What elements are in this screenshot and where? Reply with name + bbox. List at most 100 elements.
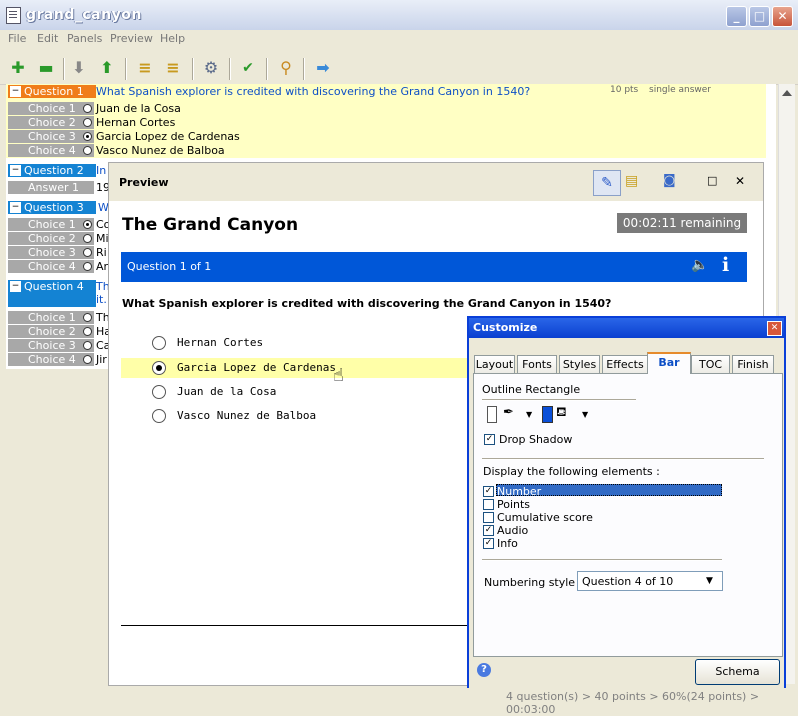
- info-button[interactable]: i: [722, 254, 729, 276]
- option-text[interactable]: Juan de la Cosa: [177, 385, 276, 398]
- choice-text[interactable]: Ar: [96, 260, 108, 273]
- outline-color-swatch[interactable]: [487, 406, 497, 423]
- notes-button[interactable]: ▤: [625, 173, 638, 189]
- question-2-header[interactable]: − Question 2: [8, 164, 96, 177]
- choice-label[interactable]: Choice 2: [8, 116, 94, 129]
- option-text[interactable]: Hernan Cortes: [177, 336, 263, 349]
- remove-choice-button[interactable]: ≡: [163, 58, 183, 78]
- minimize-button[interactable]: _: [726, 6, 747, 27]
- points-checkbox[interactable]: [483, 499, 494, 510]
- choice-text[interactable]: Juan de la Cosa: [96, 102, 181, 115]
- number-label[interactable]: Number: [497, 485, 541, 498]
- question-1-header[interactable]: − Question 1: [8, 85, 96, 98]
- move-down-button[interactable]: ⬇: [69, 58, 89, 78]
- choice-label[interactable]: Choice 4: [8, 144, 94, 157]
- tab-layout[interactable]: Layout: [474, 355, 515, 373]
- cumulative-score-checkbox[interactable]: [483, 512, 494, 523]
- drop-shadow-checkbox[interactable]: ✓: [484, 434, 495, 445]
- choice-label[interactable]: Choice 1: [8, 102, 94, 115]
- dropdown-arrow-icon[interactable]: ▼: [582, 410, 588, 419]
- choice-text[interactable]: Vasco Nunez de Balboa: [96, 144, 225, 157]
- settings-button[interactable]: ⚙: [201, 58, 221, 78]
- option-radio[interactable]: [152, 409, 166, 423]
- option-radio[interactable]: [152, 385, 166, 399]
- audio-checkbox[interactable]: ✓: [483, 525, 494, 536]
- paint-bucket-icon[interactable]: ⛾: [556, 405, 567, 422]
- menu-help[interactable]: Help: [160, 32, 185, 45]
- radio-icon[interactable]: [83, 104, 92, 113]
- answer-label[interactable]: Answer 1: [8, 181, 94, 194]
- choice-text[interactable]: Ri: [96, 246, 107, 259]
- choice-label[interactable]: Choice 2: [8, 232, 94, 245]
- comment-button[interactable]: ◙: [663, 173, 676, 188]
- choice-label[interactable]: Choice 1: [8, 311, 94, 324]
- help-button[interactable]: ?: [477, 663, 491, 677]
- radio-icon[interactable]: [83, 262, 92, 271]
- radio-icon[interactable]: [83, 341, 92, 350]
- add-choice-button[interactable]: ≡: [135, 58, 155, 78]
- choice-text[interactable]: Garcia Lopez de Cardenas: [96, 130, 240, 143]
- maximize-panel-button[interactable]: □: [707, 174, 717, 187]
- radio-icon[interactable]: [83, 234, 92, 243]
- tab-fonts[interactable]: Fonts: [517, 355, 557, 373]
- radio-icon[interactable]: [83, 327, 92, 336]
- collapse-icon[interactable]: −: [10, 86, 21, 97]
- radio-icon[interactable]: [83, 118, 92, 127]
- collapse-icon[interactable]: −: [10, 165, 21, 176]
- choice-label[interactable]: Choice 2: [8, 325, 94, 338]
- tab-bar[interactable]: Bar: [647, 352, 691, 374]
- close-button[interactable]: ✕: [772, 6, 793, 27]
- remove-question-button[interactable]: ▬: [36, 58, 56, 78]
- radio-icon[interactable]: [83, 248, 92, 257]
- pen-icon[interactable]: ✒: [503, 405, 514, 420]
- choice-text[interactable]: Mi: [96, 232, 109, 245]
- schema-button[interactable]: Schema: [695, 659, 780, 685]
- question-4-text-continued[interactable]: it.: [96, 293, 107, 306]
- customize-toggle-button[interactable]: ✎: [593, 170, 621, 196]
- number-checkbox[interactable]: ✓: [483, 486, 494, 497]
- menu-preview[interactable]: Preview: [110, 32, 153, 45]
- question-3-header[interactable]: − Question 3: [8, 201, 96, 214]
- option-text[interactable]: Vasco Nunez de Balboa: [177, 409, 316, 422]
- maximize-button[interactable]: □: [749, 6, 770, 27]
- choice-label[interactable]: Choice 3: [8, 246, 94, 259]
- question-4-header[interactable]: − Question 4: [8, 280, 96, 307]
- collapse-icon[interactable]: −: [10, 281, 21, 292]
- radio-selected-icon[interactable]: [83, 132, 92, 141]
- cumulative-score-label[interactable]: Cumulative score: [497, 511, 593, 524]
- audio-button[interactable]: 🔈: [691, 257, 708, 273]
- audio-label[interactable]: Audio: [497, 524, 528, 537]
- option-radio[interactable]: [152, 336, 166, 350]
- add-question-button[interactable]: ✚: [8, 58, 28, 78]
- tab-finish[interactable]: Finish: [732, 355, 774, 373]
- collapse-icon[interactable]: −: [10, 202, 21, 213]
- choice-label[interactable]: Choice 4: [8, 353, 94, 366]
- info-checkbox[interactable]: ✓: [483, 538, 494, 549]
- radio-icon[interactable]: [83, 313, 92, 322]
- radio-selected-icon[interactable]: [83, 220, 92, 229]
- dropdown-arrow-icon[interactable]: ▼: [526, 410, 532, 419]
- close-panel-button[interactable]: ✕: [735, 174, 745, 188]
- chevron-down-icon[interactable]: ▼: [706, 576, 713, 586]
- tab-styles[interactable]: Styles: [559, 355, 600, 373]
- numbering-style-select[interactable]: Question 4 of 10 ▼: [577, 571, 723, 591]
- tab-toc[interactable]: TOC: [691, 355, 730, 373]
- choice-text[interactable]: Jir: [96, 353, 107, 366]
- move-up-button[interactable]: ⬆: [97, 58, 117, 78]
- fill-color-swatch[interactable]: [542, 406, 553, 423]
- info-label[interactable]: Info: [497, 537, 518, 550]
- customize-close-button[interactable]: ✕: [767, 321, 782, 336]
- choice-label[interactable]: Choice 3: [8, 339, 94, 352]
- spellcheck-button[interactable]: ✔: [238, 58, 258, 78]
- menu-file[interactable]: File: [8, 32, 26, 45]
- menu-panels[interactable]: Panels: [67, 32, 102, 45]
- points-label[interactable]: Points: [497, 498, 530, 511]
- question-1-text[interactable]: What Spanish explorer is credited with d…: [96, 85, 530, 98]
- option-text[interactable]: Garcia Lopez de Cardenas: [177, 361, 336, 374]
- radio-icon[interactable]: [83, 146, 92, 155]
- preview-button[interactable]: ➡: [313, 58, 333, 78]
- choice-label[interactable]: Choice 3: [8, 130, 94, 143]
- tab-effects[interactable]: Effects: [602, 355, 648, 373]
- choice-label[interactable]: Choice 1: [8, 218, 94, 231]
- option-radio-selected[interactable]: [152, 361, 166, 375]
